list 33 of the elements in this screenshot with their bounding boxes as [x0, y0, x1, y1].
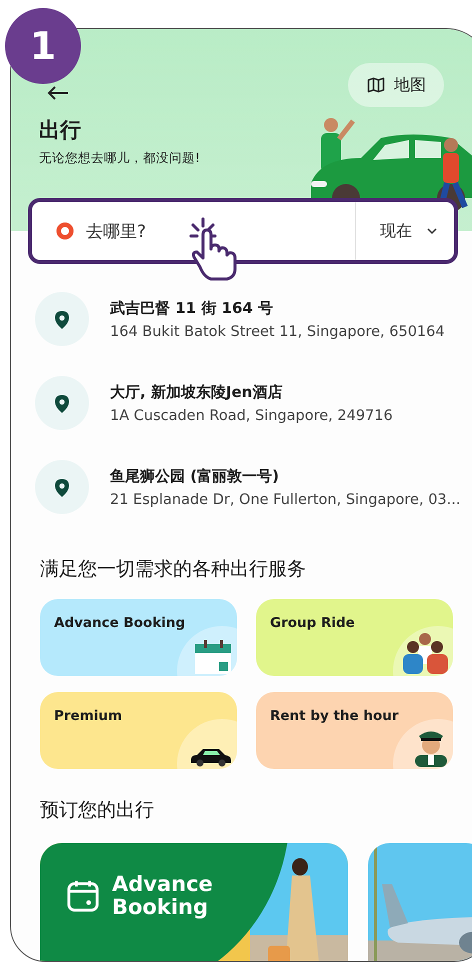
location-pin-icon	[35, 292, 89, 346]
place-name[interactable]: 大厅, 新加坡东陵Jen酒店	[110, 382, 393, 402]
place-address: 164 Bukit Batok Street 11, Singapore, 650164	[110, 324, 445, 340]
location-pin-icon	[35, 460, 89, 514]
place-address: 1A Cuscaden Road, Singapore, 249716	[110, 408, 393, 424]
search-placeholder: 去哪里?	[86, 220, 148, 242]
service-label: Advance Booking	[54, 615, 186, 631]
map-icon	[366, 75, 386, 95]
service-label: Group Ride	[270, 615, 355, 631]
service-card[interactable]: Rent by the hour	[256, 692, 453, 769]
destination-search-field[interactable]: 去哪里? 现在	[28, 198, 458, 264]
map-button[interactable]: 地图	[348, 63, 444, 107]
service-card[interactable]: Group Ride	[256, 599, 453, 676]
back-arrow-icon[interactable]	[47, 86, 69, 100]
place-name[interactable]: 武吉巴督 11 街 164 号	[110, 298, 445, 318]
time-dropdown[interactable]: 现在	[355, 202, 454, 260]
origin-dot-icon	[56, 222, 74, 240]
section-heading: 满足您一切需求的各种出行服务	[40, 557, 307, 582]
service-card[interactable]: Advance Booking	[40, 599, 237, 676]
calendar-icon	[66, 879, 100, 914]
place-address: 21 Esplanade Dr, One Fullerton, Singapore, 03...	[110, 492, 460, 508]
banner-title: Advance Booking	[112, 873, 212, 920]
group-of-people-icon	[401, 630, 449, 674]
service-card[interactable]: Premium	[40, 692, 237, 769]
page-title: 出行	[39, 117, 82, 144]
service-label: Premium	[54, 708, 122, 724]
section-heading: 预订您的出行	[40, 798, 155, 823]
location-pin-icon	[35, 376, 89, 430]
page-subtitle: 无论您想去哪儿，都没问题!	[39, 150, 202, 167]
place-name[interactable]: 鱼尾狮公园 (富丽敦一号)	[110, 466, 460, 486]
step-number-badge: 1	[5, 8, 81, 84]
calendar-icon	[193, 638, 233, 674]
service-label: Rent by the hour	[270, 708, 399, 724]
